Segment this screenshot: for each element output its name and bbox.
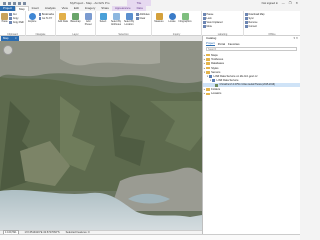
navigator-control[interactable]: [3, 44, 13, 55]
copy-path-button[interactable]: Copy Path: [9, 21, 24, 24]
bookmarks-button[interactable]: Bookmarks: [38, 13, 54, 16]
undo-icon[interactable]: [18, 1, 21, 5]
pause-button[interactable]: Pause: [203, 13, 222, 16]
catalog-tab-project[interactable]: Project: [206, 41, 215, 46]
aerial-imagery: [0, 40, 202, 230]
catalog-tab-favorites[interactable]: Favorites: [228, 42, 240, 46]
pause-icon: [203, 13, 206, 16]
convert-icon: [245, 25, 248, 28]
signin-status[interactable]: Not signed in: [262, 1, 278, 5]
explore-icon: [28, 13, 36, 20]
maximize-button[interactable]: ❐: [289, 1, 292, 5]
window-title: MyProject - Map - ArcGIS Pro: [70, 1, 110, 6]
folder-icon: [206, 53, 210, 57]
sync-icon: [245, 17, 248, 20]
redo-icon[interactable]: [23, 1, 26, 5]
quick-access-toolbar: [3, 1, 26, 5]
group-offline: Download Map Sync Remove Convert Offline: [244, 11, 300, 36]
select-by-location-icon: [125, 13, 133, 20]
group-selection: Select Select By Attributes Select By Lo…: [96, 11, 152, 36]
folder-icon: [206, 71, 210, 74]
add-data-icon: [59, 13, 67, 20]
attributes-icon: [136, 13, 139, 16]
go-to-xy-button[interactable]: Go To XY: [38, 17, 54, 20]
remove-icon: [245, 21, 248, 24]
folder-icon: [206, 92, 210, 96]
save-icon[interactable]: [13, 1, 16, 5]
view-unplaced-button[interactable]: View Unplaced: [203, 21, 222, 24]
locate-icon: [168, 13, 176, 20]
more-button[interactable]: More: [203, 25, 222, 28]
select-icon: [99, 13, 107, 20]
image-layer-icon: [215, 83, 218, 87]
paste-icon: [1, 13, 9, 20]
service-icon: [212, 79, 215, 83]
tree-item-locators[interactable]: ▸ Locators: [203, 92, 300, 96]
lock-button[interactable]: Lock: [203, 17, 222, 20]
select-by-attributes-icon: [112, 13, 120, 20]
more-icon: [203, 25, 206, 28]
cut-icon: [9, 13, 12, 16]
ribbon: Paste Cut Copy Copy Path Clipboard Explo…: [0, 11, 300, 36]
catalog-search-input[interactable]: Search: [206, 47, 297, 51]
window-controls: — ❐ ✕: [282, 1, 298, 5]
view-unplaced-icon: [203, 21, 206, 24]
clear-button[interactable]: Clear: [136, 17, 150, 20]
application-status-bar: [0, 234, 300, 240]
group-inquiry: Measure Locate Infographics Inquiry: [152, 11, 202, 36]
sync-button[interactable]: Sync: [245, 17, 264, 20]
folder-icon: [206, 66, 210, 70]
infographics-icon: [181, 13, 189, 20]
group-layer: Add Data Basemap Add Preset Layer: [56, 11, 96, 36]
copy-path-icon: [9, 21, 12, 24]
go-to-xy-icon: [38, 17, 42, 20]
group-navigate: Explore Bookmarks Go To XY Navigate: [26, 11, 56, 36]
map-view[interactable]: [0, 40, 202, 230]
new-icon[interactable]: [3, 1, 6, 5]
cut-button[interactable]: Cut: [9, 13, 24, 16]
lock-icon: [203, 17, 206, 20]
folder-icon: [206, 88, 210, 91]
group-labeling: Pause Lock View Unplaced More Labeling: [202, 11, 244, 36]
add-preset-icon: [84, 13, 92, 20]
open-icon[interactable]: [8, 1, 11, 5]
pane-close-icon[interactable]: ▾ ✕: [293, 36, 298, 41]
clear-icon: [136, 17, 139, 20]
bookmark-icon: [38, 13, 42, 16]
server-icon: [209, 75, 212, 79]
basemap-icon: [72, 13, 79, 20]
group-clipboard: Paste Cut Copy Copy Path Clipboard: [0, 11, 26, 36]
catalog-title: Catalog ▾ ✕: [206, 36, 298, 41]
folder-icon: [206, 58, 210, 61]
close-button[interactable]: ✕: [295, 1, 298, 5]
download-map-button[interactable]: Download Map: [245, 13, 264, 16]
attributes-button[interactable]: Attributes: [136, 13, 150, 16]
measure-icon: [155, 13, 163, 20]
catalog-tab-portal[interactable]: Portal: [218, 42, 225, 46]
catalog-pane: Catalog ▾ ✕ Project Portal Favorites Sea…: [202, 36, 300, 234]
copy-button[interactable]: Copy: [9, 17, 24, 20]
catalog-tabs: Project Portal Favorites: [203, 41, 300, 46]
convert-button[interactable]: Convert: [245, 25, 264, 28]
download-icon: [245, 13, 248, 16]
minimize-button[interactable]: —: [282, 1, 285, 5]
remove-button[interactable]: Remove: [245, 21, 264, 24]
catalog-tree: ▸ Maps ▸ Toolboxes ▸ Databases ▸ Styles ▾ Ser…: [203, 53, 300, 96]
copy-icon: [9, 17, 12, 20]
folder-icon: [206, 62, 210, 66]
